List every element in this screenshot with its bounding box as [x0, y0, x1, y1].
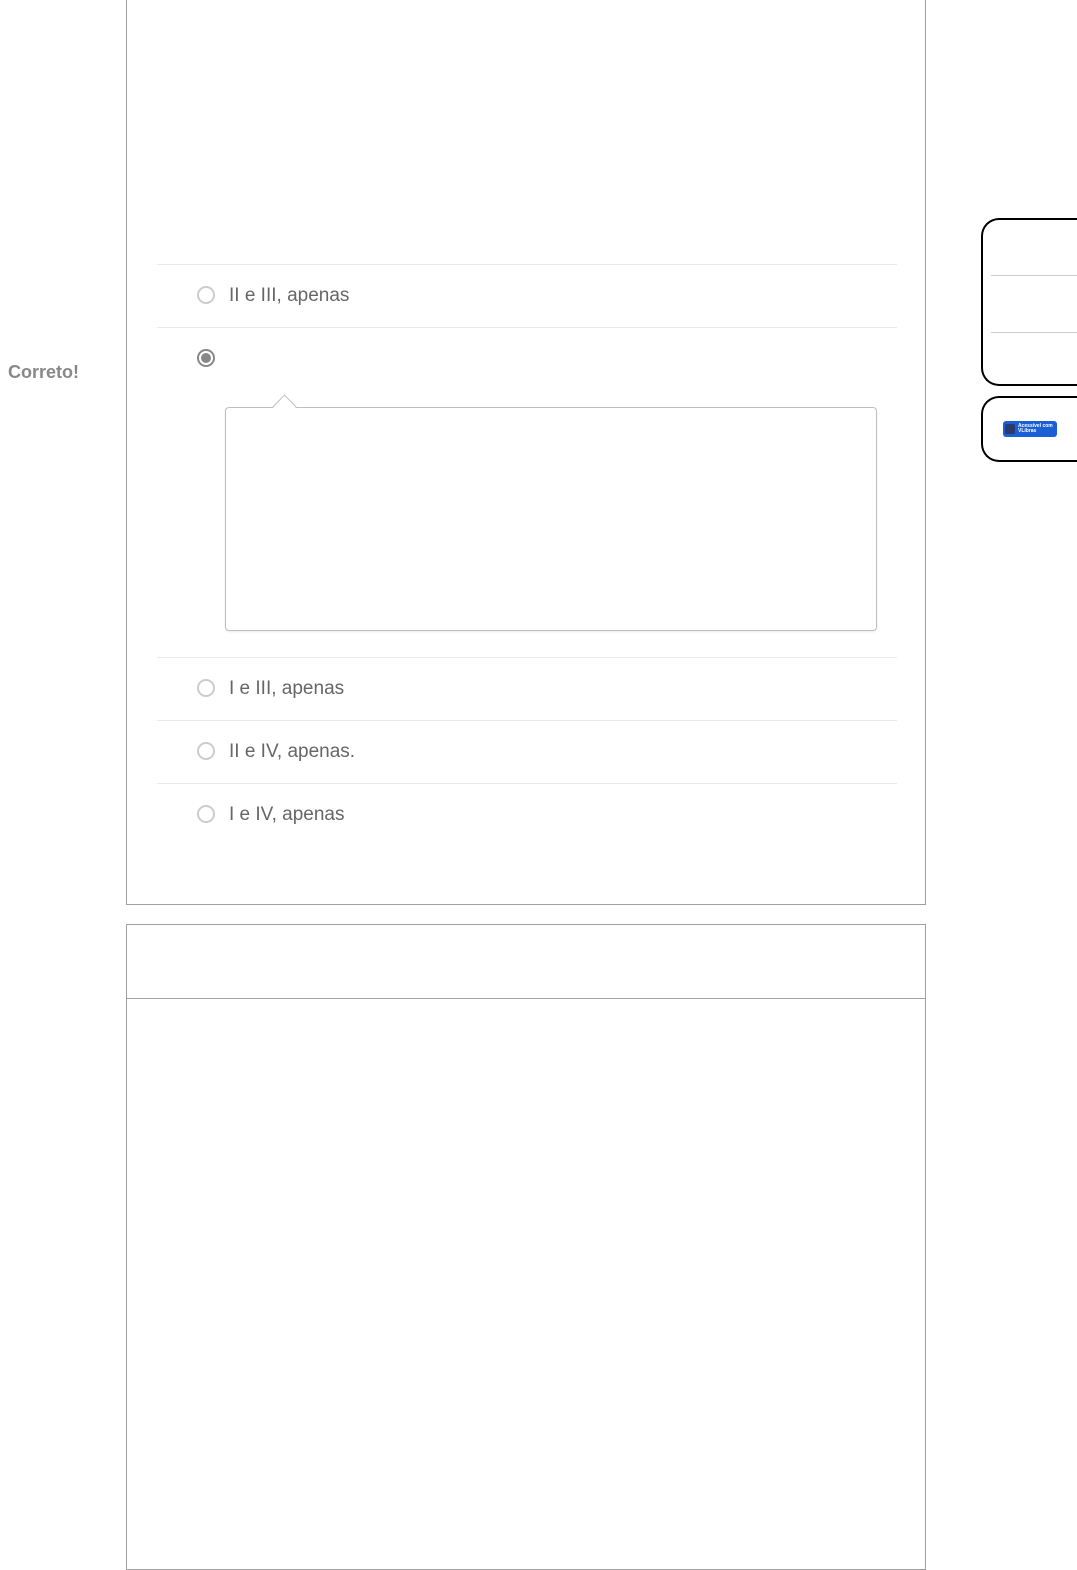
- answer-label: II e IV, apenas.: [229, 741, 355, 763]
- radio-unselected-icon: [197, 742, 215, 760]
- next-question-card: [126, 924, 926, 1570]
- answer-label: I e IV, apenas: [229, 804, 345, 826]
- next-question-header: [127, 925, 925, 999]
- answer-option[interactable]: I e IV, apenas: [157, 783, 897, 846]
- answer-option[interactable]: II e III, apenas: [157, 264, 897, 327]
- answer-option-selected[interactable]: [157, 327, 897, 657]
- vlibras-icon: [1005, 424, 1015, 434]
- question-card: II e III, apenas I e III, apenas II e IV…: [126, 0, 926, 905]
- answer-option[interactable]: II e IV, apenas.: [157, 720, 897, 783]
- explanation-tooltip: [225, 407, 877, 631]
- divider: [991, 332, 1077, 333]
- radio-unselected-icon: [197, 679, 215, 697]
- radio-unselected-icon: [197, 805, 215, 823]
- answer-label: II e III, apenas: [229, 285, 349, 307]
- badge-text-line2: VLibras: [1018, 429, 1053, 434]
- radio-unselected-icon: [197, 286, 215, 304]
- answers-list: II e III, apenas I e III, apenas II e IV…: [157, 264, 897, 846]
- divider: [991, 275, 1077, 276]
- feedback-correct-label: Correto!: [8, 362, 79, 383]
- vlibras-badge: Acessível com VLibras: [1003, 421, 1057, 437]
- answer-option[interactable]: I e III, apenas: [157, 657, 897, 720]
- accessibility-widget[interactable]: Acessível com VLibras: [981, 396, 1077, 462]
- sidebar-tool-panel[interactable]: [981, 218, 1077, 386]
- radio-selected-icon: [197, 349, 215, 367]
- answer-label: I e III, apenas: [229, 678, 344, 700]
